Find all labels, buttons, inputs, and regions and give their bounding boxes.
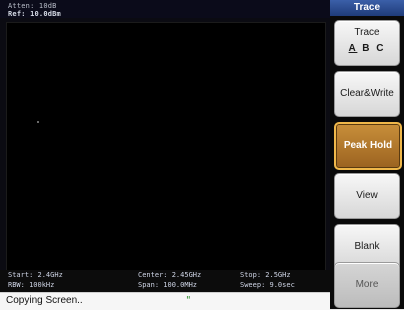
trace-select-label: Trace xyxy=(354,27,380,38)
display-marker-dot xyxy=(37,121,39,123)
analyzer-screen: Atten: 10dB Ref: 10.0dBm Start: 2.4GHz C… xyxy=(0,0,404,310)
start-frequency: Start: 2.4GHz xyxy=(8,271,63,279)
peak-hold-label: Peak Hold xyxy=(343,140,393,151)
view-label: View xyxy=(356,190,378,201)
span-value: Span: 100.0MHz xyxy=(138,281,198,289)
view-button[interactable]: View xyxy=(334,173,400,219)
trace-option-b: B xyxy=(362,43,372,54)
blank-label: Blank xyxy=(354,241,380,252)
trace-option-c: C xyxy=(376,43,386,54)
more-button[interactable]: More xyxy=(334,262,400,308)
spectrum-plot-area xyxy=(6,22,326,272)
status-bar: Copying Screen.. " xyxy=(0,292,330,310)
display-header: Atten: 10dB Ref: 10.0dBm xyxy=(0,0,330,18)
rbw-value: RBW: 100kHz xyxy=(8,281,55,289)
info-row-bottom: RBW: 100kHz Span: 100.0MHz Sweep: 9.0sec xyxy=(0,281,330,291)
sweep-info-bar: Start: 2.4GHz Center: 2.45GHz Stop: 2.5G… xyxy=(0,270,330,292)
sweep-time: Sweep: 9.0sec xyxy=(240,281,295,289)
more-label: More xyxy=(355,279,379,290)
softkey-panel: Trace Trace A B C Clear&Write Peak Hold … xyxy=(330,0,404,309)
clear-write-button[interactable]: Clear&Write xyxy=(334,71,400,117)
reference-level-readout: Ref: 10.0dBm xyxy=(8,10,61,18)
peak-hold-button[interactable]: Peak Hold xyxy=(334,122,402,170)
stop-frequency: Stop: 2.5GHz xyxy=(240,271,291,279)
status-message: Copying Screen.. xyxy=(6,295,83,306)
trace-option-a: A xyxy=(348,43,358,54)
usb-indicator-icon: " xyxy=(186,295,191,306)
trace-options: A B C xyxy=(335,43,399,54)
clear-write-label: Clear&Write xyxy=(340,88,394,99)
attenuation-readout: Atten: 10dB xyxy=(8,2,57,10)
info-row-top: Start: 2.4GHz Center: 2.45GHz Stop: 2.5G… xyxy=(0,271,330,281)
center-frequency: Center: 2.45GHz xyxy=(138,271,202,279)
panel-title: Trace xyxy=(330,0,404,16)
trace-select-button[interactable]: Trace A B C xyxy=(334,20,400,66)
